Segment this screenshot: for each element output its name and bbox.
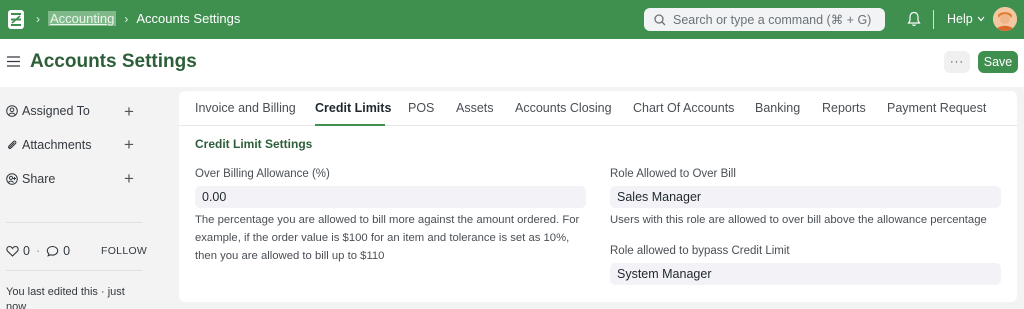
sidebar-attachments[interactable]: Attachments	[6, 138, 91, 152]
paperclip-icon	[8, 140, 17, 149]
chevron-right-icon: ›	[124, 11, 129, 26]
role-bypass-credit-limit-label: Role allowed to bypass Credit Limit	[610, 245, 790, 257]
tab-banking[interactable]: Banking	[755, 101, 800, 115]
follow-button[interactable]: FOLLOW	[101, 245, 147, 257]
help-label: Help	[947, 12, 973, 26]
avatar[interactable]	[993, 7, 1017, 31]
page-title: Accounts Settings	[30, 51, 197, 72]
add-assignment-icon[interactable]: +	[124, 103, 134, 120]
help-line: example, if the order value is $100 for …	[195, 232, 570, 244]
section-title: Credit Limit Settings	[195, 137, 313, 151]
over-billing-help-text: The percentage you are allowed to bill m…	[195, 211, 595, 265]
last-edited-text: You last edited this · just now	[6, 286, 125, 309]
tab-accounts-closing[interactable]: Accounts Closing	[515, 101, 612, 115]
comments-count: 0	[63, 244, 71, 258]
over-billing-allowance-field[interactable]: 0.00	[195, 186, 586, 208]
tab-pos[interactable]: POS	[408, 101, 434, 115]
active-tab-indicator	[315, 124, 385, 126]
tab-payment-request[interactable]: Payment Request	[887, 101, 986, 115]
tab-invoice-and-billing[interactable]: Invoice and Billing	[195, 101, 296, 115]
more-actions-button[interactable]: ···	[944, 51, 970, 73]
sidebar-label-share: Share	[22, 172, 56, 186]
menu-icon[interactable]	[7, 56, 20, 67]
role-allowed-to-over-bill-label: Role Allowed to Over Bill	[610, 168, 736, 180]
settings-form-card: Invoice and Billing Credit Limits POS As…	[179, 91, 1017, 302]
page-header: Accounts Settings ··· Save	[0, 39, 1024, 87]
search-placeholder: Search or type a command (⌘ + G)	[673, 13, 872, 27]
top-navbar: › Accounting › Accounts Settings Search …	[0, 0, 1024, 39]
comment-icon[interactable]	[46, 245, 59, 257]
role-allowed-to-over-bill-value: Sales Manager	[617, 190, 702, 204]
breadcrumb: › Accounting › Accounts Settings	[36, 11, 240, 26]
sidebar-divider	[6, 222, 142, 223]
heart-icon[interactable]	[6, 245, 19, 257]
help-dropdown[interactable]: Help	[947, 12, 985, 26]
help-line: The percentage you are allowed to bill m…	[195, 214, 580, 226]
add-share-icon[interactable]: +	[124, 170, 134, 187]
chevron-down-icon	[977, 16, 985, 22]
likes-comments: 0 · 0	[6, 244, 70, 258]
role-bypass-credit-limit-field[interactable]: System Manager	[610, 263, 1001, 285]
search-icon	[654, 13, 666, 25]
navbar-divider	[933, 10, 934, 29]
search-input[interactable]: Search or type a command (⌘ + G)	[644, 8, 885, 31]
user-avatar-icon	[993, 7, 1017, 31]
user-icon	[6, 105, 18, 117]
sidebar-share[interactable]: Share	[6, 172, 55, 186]
share-user-icon	[6, 173, 18, 185]
sidebar-assigned-to[interactable]: Assigned To	[6, 104, 90, 118]
tab-assets[interactable]: Assets	[456, 101, 494, 115]
breadcrumb-accounting[interactable]: Accounting	[48, 11, 117, 26]
app-logo-icon[interactable]	[8, 10, 24, 29]
breadcrumb-accounts-settings[interactable]: Accounts Settings	[136, 11, 240, 26]
tab-credit-limits[interactable]: Credit Limits	[315, 101, 391, 115]
sidebar-divider	[6, 270, 142, 271]
role-bypass-credit-limit-value: System Manager	[617, 267, 712, 281]
separator-dot: ·	[35, 244, 41, 258]
chevron-right-icon: ›	[36, 11, 40, 26]
tab-reports[interactable]: Reports	[822, 101, 866, 115]
add-attachment-icon[interactable]: +	[124, 136, 134, 153]
over-billing-allowance-label: Over Billing Allowance (%)	[195, 168, 330, 180]
role-over-bill-help-text: Users with this role are allowed to over…	[610, 214, 987, 226]
help-line: then you are allowed to bill up to $110	[195, 250, 385, 262]
sidebar-label-attachments: Attachments	[22, 138, 92, 152]
role-allowed-to-over-bill-field[interactable]: Sales Manager	[610, 186, 1001, 208]
sidebar-label-assigned-to: Assigned To	[22, 104, 90, 118]
likes-count: 0	[23, 244, 30, 258]
tab-chart-of-accounts[interactable]: Chart Of Accounts	[633, 101, 734, 115]
save-button[interactable]: Save	[978, 51, 1018, 73]
bell-icon[interactable]	[907, 11, 921, 27]
over-billing-allowance-value: 0.00	[202, 190, 227, 204]
tab-bar: Invoice and Billing Credit Limits POS As…	[179, 91, 1017, 126]
